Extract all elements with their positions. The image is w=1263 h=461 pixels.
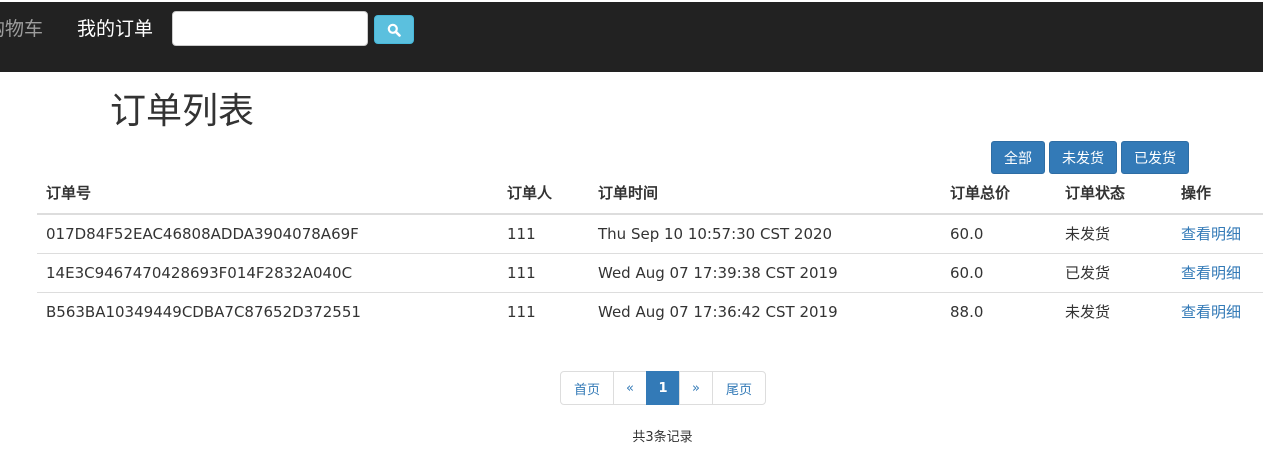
filter-all-button[interactable]: 全部 [991, 141, 1045, 174]
cell-time: Wed Aug 07 17:39:38 CST 2019 [598, 264, 838, 282]
cell-status: 未发货 [1065, 225, 1111, 243]
cell-status: 已发货 [1065, 264, 1111, 282]
header-total: 订单总价 [950, 184, 1011, 202]
cell-time: Wed Aug 07 17:36:42 CST 2019 [598, 303, 838, 321]
filter-unshipped-button[interactable]: 未发货 [1049, 141, 1117, 174]
search-input[interactable] [172, 11, 368, 46]
nav-link-cart[interactable]: 购物车 [0, 17, 43, 41]
header-user: 订单人 [507, 184, 553, 202]
row-divider [37, 253, 1263, 254]
view-details-link[interactable]: 查看明细 [1181, 224, 1241, 244]
header-action: 操作 [1181, 184, 1212, 202]
cell-user: 111 [507, 303, 536, 321]
total-records-text: 共3条记录 [632, 430, 693, 445]
view-details-link[interactable]: 查看明细 [1181, 302, 1241, 322]
row-divider [37, 292, 1263, 293]
cell-order-id: B563BA10349449CDBA7C87652D372551 [46, 303, 361, 321]
page-current-button[interactable]: 1 [646, 371, 680, 405]
cell-order-id: 017D84F52EAC46808ADDA3904078A69F [46, 225, 359, 243]
pagination: 首页 « 1 » 尾页 [560, 371, 766, 405]
header-time: 订单时间 [598, 184, 659, 202]
search-button[interactable] [374, 15, 414, 44]
header-divider [37, 213, 1263, 215]
search-icon [387, 23, 401, 37]
cell-total: 60.0 [950, 225, 984, 243]
view-details-link[interactable]: 查看明细 [1181, 263, 1241, 283]
cell-time: Thu Sep 10 10:57:30 CST 2020 [598, 225, 833, 243]
cell-total: 60.0 [950, 264, 984, 282]
nav-link-my-orders[interactable]: 我的订单 [77, 17, 153, 41]
cell-total: 88.0 [950, 303, 984, 321]
page-prev-button[interactable]: « [613, 371, 647, 405]
filter-shipped-button[interactable]: 已发货 [1121, 141, 1189, 174]
cell-user: 111 [507, 264, 536, 282]
cell-status: 未发货 [1065, 303, 1111, 321]
header-status: 订单状态 [1065, 184, 1126, 202]
page-last-button[interactable]: 尾页 [712, 371, 766, 405]
page-first-button[interactable]: 首页 [560, 371, 614, 405]
cell-user: 111 [507, 225, 536, 243]
header-order-id: 订单号 [46, 184, 92, 202]
page-title: 订单列表 [110, 91, 255, 132]
top-navbar: 购物车 我的订单 [0, 2, 1263, 72]
page-next-button[interactable]: » [679, 371, 713, 405]
cell-order-id: 14E3C9467470428693F014F2832A040C [46, 264, 353, 282]
